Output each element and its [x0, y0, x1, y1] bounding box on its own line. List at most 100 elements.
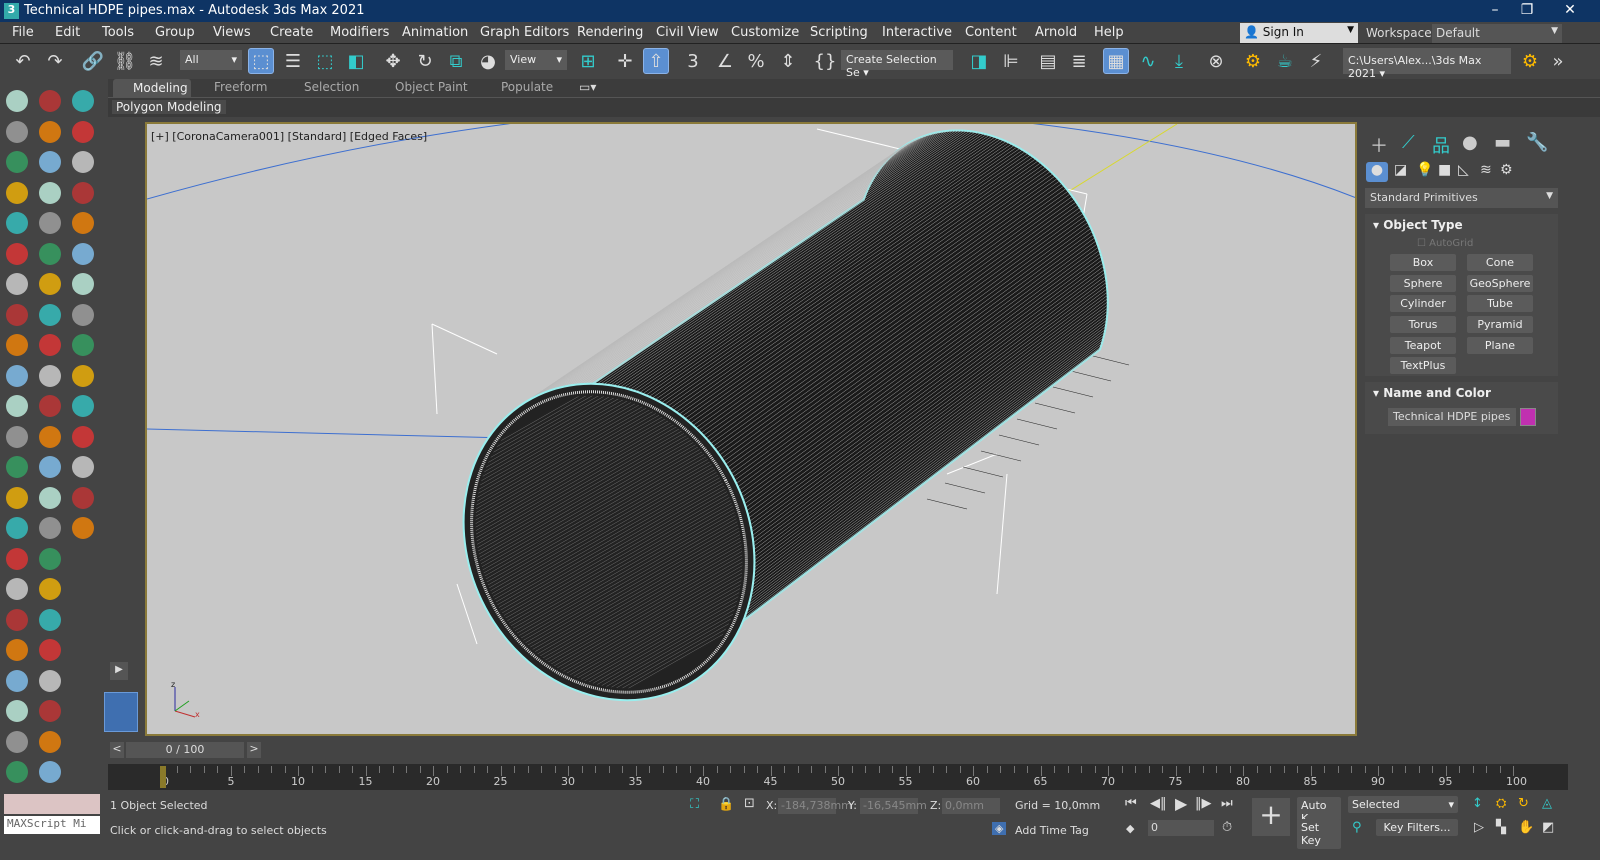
time-slider[interactable]: 0 / 100	[126, 742, 244, 758]
left-toolbar-tool-icon[interactable]	[6, 212, 28, 234]
left-toolbar-tool-icon[interactable]	[39, 517, 61, 539]
left-toolbar-tool-icon[interactable]	[6, 364, 28, 387]
left-toolbar-tool-icon[interactable]	[39, 334, 61, 356]
menu-civil-view[interactable]: Civil View	[656, 25, 719, 40]
render-icon[interactable]: ⚡	[1303, 48, 1329, 74]
object-type-header[interactable]: ▾ Object Type	[1365, 214, 1558, 236]
menu-file[interactable]: File	[12, 25, 34, 40]
maximize-viewport-icon[interactable]: ◩	[1542, 820, 1554, 835]
menu-interactive[interactable]: Interactive	[882, 25, 952, 40]
next-frame-icon[interactable]: ‖▶	[1195, 796, 1212, 811]
keyboard-shortcut-override-icon[interactable]: ⇧	[643, 48, 669, 74]
key-tangent-icon[interactable]: ⚲	[1352, 820, 1362, 835]
more-tools-icon[interactable]: »	[1545, 48, 1571, 74]
menu-create[interactable]: Create	[270, 25, 313, 40]
align-icon[interactable]: ⊫	[998, 48, 1024, 74]
left-toolbar-tool-icon[interactable]	[39, 456, 61, 478]
sign-in-dropdown[interactable]: 👤 Sign In ▼	[1240, 23, 1358, 43]
left-toolbar-tool-icon[interactable]	[72, 517, 94, 539]
left-toolbar-tool-icon[interactable]	[6, 395, 28, 417]
left-toolbar-tool-icon[interactable]	[39, 547, 61, 570]
orbit-icon[interactable]: ↻	[1518, 796, 1529, 811]
left-toolbar-tool-icon[interactable]	[39, 639, 61, 661]
isolate-selection-icon[interactable]: ⛶	[690, 797, 699, 812]
zoom-all-icon[interactable]: ⛭	[1496, 796, 1506, 811]
menu-rendering[interactable]: Rendering	[577, 25, 643, 40]
space-warps-icon[interactable]: ≋	[1480, 162, 1492, 178]
left-toolbar-tool-icon[interactable]	[39, 608, 61, 631]
textplus-button[interactable]: TextPlus	[1390, 357, 1456, 374]
menu-scripting[interactable]: Scripting	[810, 25, 868, 40]
zoom-extents-icon[interactable]: ↕	[1472, 796, 1483, 811]
left-toolbar-tool-icon[interactable]	[6, 761, 28, 783]
left-toolbar-tool-icon[interactable]	[6, 334, 28, 356]
tube-button[interactable]: Tube	[1467, 295, 1533, 312]
left-toolbar-tool-icon[interactable]	[72, 395, 94, 417]
minimize-button[interactable]: –	[1480, 2, 1510, 18]
time-slider-next[interactable]: >	[247, 742, 261, 758]
render-setup-icon[interactable]: ⚙	[1240, 48, 1266, 74]
dolly-icon[interactable]: ▷	[1474, 820, 1484, 835]
pyramid-button[interactable]: Pyramid	[1467, 316, 1533, 333]
expand-viewport-layouts-icon[interactable]: ▶	[110, 662, 128, 680]
previous-frame-icon[interactable]: ◀‖	[1150, 796, 1167, 811]
edit-named-selection-icon[interactable]: {}	[812, 48, 838, 74]
shapes-icon[interactable]: ◪	[1394, 162, 1407, 178]
maxscript-input[interactable]: MAXScript Mi	[4, 816, 100, 834]
reference-coordinate-dropdown[interactable]: View ▾	[505, 50, 567, 70]
menu-group[interactable]: Group	[155, 25, 195, 40]
left-toolbar-tool-icon[interactable]	[6, 425, 28, 448]
menu-content[interactable]: Content	[965, 25, 1017, 40]
cameras-icon[interactable]: ■	[1438, 162, 1451, 178]
go-to-start-icon[interactable]: ⏮	[1125, 796, 1137, 811]
select-by-name-icon[interactable]: ☰	[280, 48, 306, 74]
manipulate-icon[interactable]: ✛	[612, 48, 638, 74]
left-toolbar-tool-icon[interactable]	[6, 242, 28, 265]
left-toolbar-tool-icon[interactable]	[39, 730, 61, 753]
tab-modeling[interactable]: Modeling	[113, 79, 191, 97]
current-frame-field[interactable]: 0	[1148, 820, 1214, 836]
unlink-icon[interactable]: ⛓	[112, 48, 138, 74]
left-toolbar-tool-icon[interactable]	[72, 151, 94, 173]
maxscript-listener[interactable]	[4, 794, 100, 814]
left-toolbar-tool-icon[interactable]	[72, 486, 94, 509]
left-toolbar-tool-icon[interactable]	[6, 608, 28, 631]
mirror-icon[interactable]: ◨	[966, 48, 992, 74]
walk-through-icon[interactable]: ▚	[1496, 820, 1506, 835]
redo-icon[interactable]: ↷	[42, 48, 68, 74]
selection-lock-icon[interactable]: 🔒	[718, 797, 734, 812]
viewport-label[interactable]: [+] [CoronaCamera001] [Standard] [Edged …	[151, 130, 427, 143]
left-toolbar-tool-icon[interactable]	[39, 364, 61, 387]
menu-customize[interactable]: Customize	[731, 25, 799, 40]
close-button[interactable]: ✕	[1555, 2, 1585, 18]
field-of-view-icon[interactable]: ◬	[1542, 796, 1552, 811]
left-toolbar-tool-icon[interactable]	[72, 90, 94, 112]
placement-icon[interactable]: ◕	[475, 48, 501, 74]
left-toolbar-tool-icon[interactable]	[39, 669, 61, 692]
set-key-button[interactable]: Set Key	[1297, 819, 1341, 849]
create-tab-icon[interactable]: ＋	[1370, 132, 1388, 158]
menu-graph-editors[interactable]: Graph Editors	[480, 25, 569, 40]
modify-tab-icon[interactable]: ⟋	[1402, 132, 1415, 153]
autogrid-checkbox[interactable]: ☐ AutoGrid	[1417, 238, 1473, 249]
left-toolbar-tool-icon[interactable]	[72, 242, 94, 265]
viewport-layout-icon[interactable]	[104, 692, 138, 732]
project-folder-dropdown[interactable]: C:\Users\Alex...\3ds Max 2021 ▾	[1343, 48, 1511, 80]
left-toolbar-tool-icon[interactable]	[72, 334, 94, 356]
tab-object-paint[interactable]: Object Paint	[395, 80, 468, 94]
left-toolbar-tool-icon[interactable]	[39, 242, 61, 265]
percent-snap-icon[interactable]: %	[743, 48, 769, 74]
primitive-category-dropdown[interactable]: Standard Primitives ▼	[1365, 188, 1558, 208]
left-toolbar-tool-icon[interactable]	[6, 273, 28, 295]
geosphere-button[interactable]: GeoSphere	[1467, 275, 1533, 292]
left-toolbar-tool-icon[interactable]	[6, 639, 28, 661]
left-toolbar-tool-icon[interactable]	[72, 364, 94, 387]
window-crossing-icon[interactable]: ◧	[343, 48, 369, 74]
left-toolbar-tool-icon[interactable]	[6, 181, 28, 204]
left-toolbar-tool-icon[interactable]	[72, 425, 94, 448]
go-to-end-icon[interactable]: ⏭	[1221, 796, 1233, 811]
tab-freeform[interactable]: Freeform	[214, 80, 267, 94]
absolute-mode-icon[interactable]: ⊡	[744, 796, 755, 811]
left-toolbar-tool-icon[interactable]	[6, 120, 28, 143]
key-mode-dropdown[interactable]: Selected ▾	[1348, 796, 1458, 813]
